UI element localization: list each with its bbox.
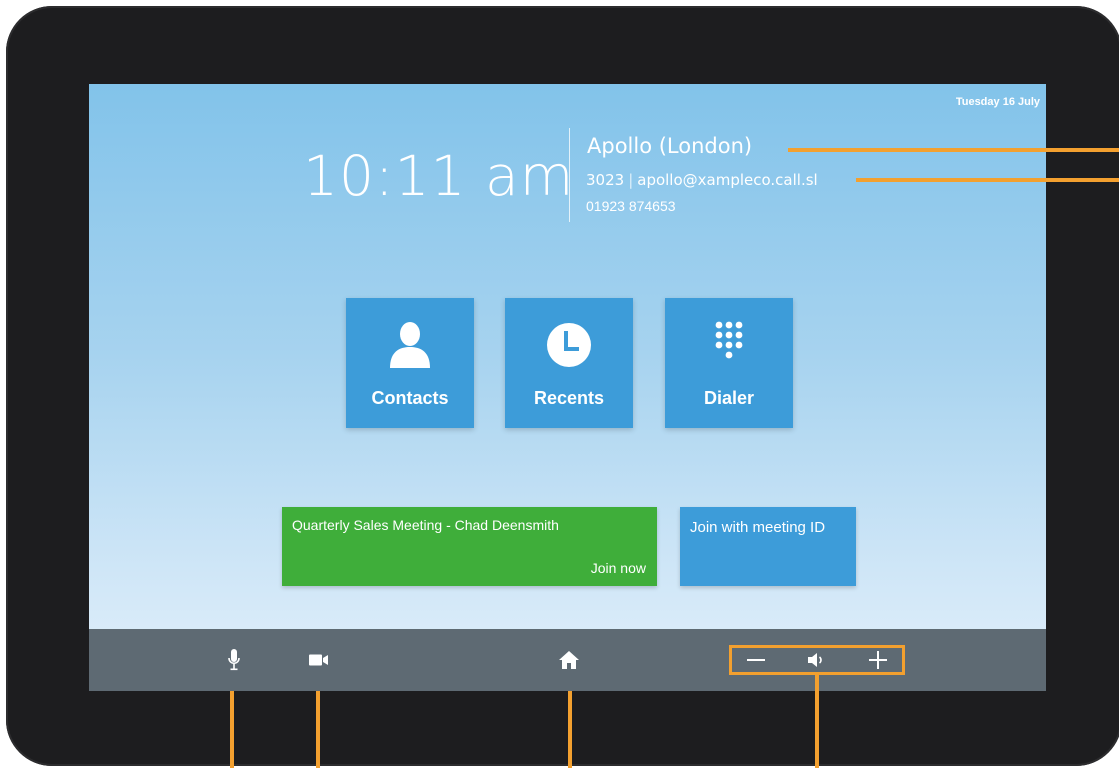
dialer-label: Dialer — [703, 388, 755, 408]
volume-down-icon — [747, 659, 765, 661]
dialer-button[interactable]: Dialer — [665, 298, 793, 428]
speaker-icon — [808, 653, 822, 667]
contacts-button[interactable]: Contacts — [346, 298, 474, 428]
join-now-button[interactable]: Join now — [591, 560, 646, 576]
header-divider — [569, 128, 570, 222]
callout-line-camera — [316, 691, 320, 768]
home-screen: Tuesday 16 July 10:11 am Apollo (London)… — [89, 84, 1046, 691]
volume-up-icon — [869, 651, 887, 669]
callout-line-room-name — [788, 148, 1119, 152]
home-icon — [559, 651, 579, 669]
clock-icon — [505, 320, 633, 370]
person-icon — [346, 320, 474, 370]
recents-button[interactable]: Recents — [505, 298, 633, 428]
meeting-card[interactable]: Quarterly Sales Meeting - Chad Deensmith… — [282, 507, 657, 586]
recents-label: Recents — [533, 388, 605, 408]
room-extension-line: 3023 | apollo@xampleco.call.sl — [586, 171, 818, 189]
volume-control — [729, 645, 905, 675]
clock-time: 10:11 am — [303, 144, 575, 208]
home-button[interactable] — [549, 629, 589, 691]
keypad-icon — [665, 320, 793, 370]
volume-down-button[interactable] — [736, 648, 776, 672]
date-label: Tuesday 16 July — [955, 96, 1040, 108]
callout-line-room-uri — [856, 178, 1119, 182]
volume-button[interactable] — [796, 648, 836, 672]
volume-up-button[interactable] — [858, 648, 898, 672]
camera-icon — [309, 654, 328, 666]
callout-line-microphone — [230, 691, 234, 768]
bottom-bar — [89, 629, 1046, 691]
contacts-label: Contacts — [371, 388, 449, 408]
callout-line-volume — [815, 675, 819, 768]
callout-line-home — [568, 691, 572, 768]
meeting-title: Quarterly Sales Meeting - Chad Deensmith — [292, 517, 559, 533]
microphone-icon — [228, 649, 240, 671]
camera-button[interactable] — [299, 629, 339, 691]
room-separator: | — [628, 171, 634, 189]
room-phone: 01923 874653 — [586, 198, 676, 214]
join-with-meeting-id-button[interactable]: Join with meeting ID — [680, 507, 856, 586]
microphone-button[interactable] — [214, 629, 254, 691]
room-extension: 3023 — [586, 171, 625, 189]
join-with-meeting-id-label: Join with meeting ID — [690, 519, 826, 536]
room-uri: apollo@xampleco.call.sl — [637, 171, 818, 189]
room-name: Apollo (London) — [587, 134, 753, 158]
